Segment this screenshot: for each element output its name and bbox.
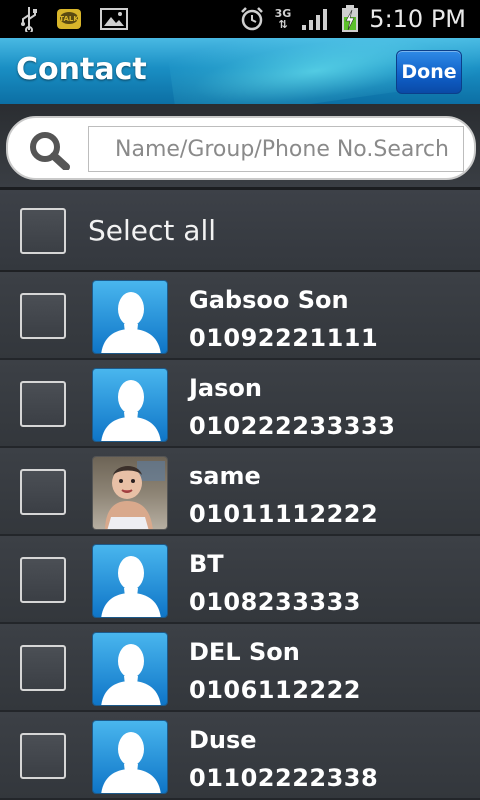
contact-phone: 010222233333 [189,412,396,440]
status-bar: TALK 3G ⇅ 5:10 PM [0,0,480,38]
contact-name: DEL Son [189,638,300,666]
search-box [6,116,476,180]
contact-row[interactable]: DEL Son 0106112222 [0,624,480,712]
done-button[interactable]: Done [396,50,462,94]
search-bar [0,104,480,190]
contact-checkbox[interactable] [20,293,66,339]
battery-charging-icon [342,5,359,32]
contact-name: Duse [189,726,257,754]
notification-icons: TALK [20,6,128,32]
data-arrows-icon: ⇅ [278,18,288,31]
select-all-label: Select all [88,214,216,247]
select-all-row[interactable]: Select all [0,190,480,272]
contact-name: Gabsoo Son [189,286,349,314]
contact-row[interactable]: same 01011112222 [0,448,480,536]
photo-avatar [92,456,168,530]
search-input[interactable] [88,126,464,172]
default-avatar-icon [92,368,168,442]
contact-checkbox[interactable] [20,557,66,603]
gallery-icon [100,8,128,30]
contact-phone: 0108233333 [189,588,361,616]
contact-checkbox[interactable] [20,645,66,691]
contact-list[interactable]: Gabsoo Son 01092221111 Jason 01022223333… [0,272,480,800]
contact-row[interactable]: Jason 010222233333 [0,360,480,448]
contact-checkbox[interactable] [20,469,66,515]
contact-checkbox[interactable] [20,381,66,427]
contact-row[interactable]: BT 0108233333 [0,536,480,624]
default-avatar-icon [92,632,168,706]
clock: 5:10 PM [369,5,466,33]
talk-icon: TALK [57,9,81,29]
contact-phone: 01102222338 [189,764,379,792]
contact-row[interactable]: Gabsoo Son 01092221111 [0,272,480,360]
search-icon[interactable] [26,130,76,170]
title-bar: Contact Done [0,38,480,104]
signal-icon [302,9,328,30]
network-type: 3G ⇅ [275,8,292,30]
default-avatar-icon [92,720,168,794]
alarm-icon [240,7,263,31]
contact-phone: 0106112222 [189,676,361,704]
contact-phone: 01011112222 [189,500,379,528]
contact-checkbox[interactable] [20,733,66,779]
default-avatar-icon [92,280,168,354]
contact-phone: 01092221111 [189,324,379,352]
contact-name: Jason [189,374,262,402]
usb-icon [21,7,37,32]
contact-name: BT [189,550,224,578]
default-avatar-icon [92,544,168,618]
contact-row[interactable]: Duse 01102222338 [0,712,480,800]
contact-name: same [189,462,261,490]
system-indicators: 3G ⇅ 5:10 PM [239,4,466,34]
select-all-checkbox[interactable] [20,208,66,254]
svg-text:TALK: TALK [59,15,79,23]
page-title: Contact [16,52,147,87]
